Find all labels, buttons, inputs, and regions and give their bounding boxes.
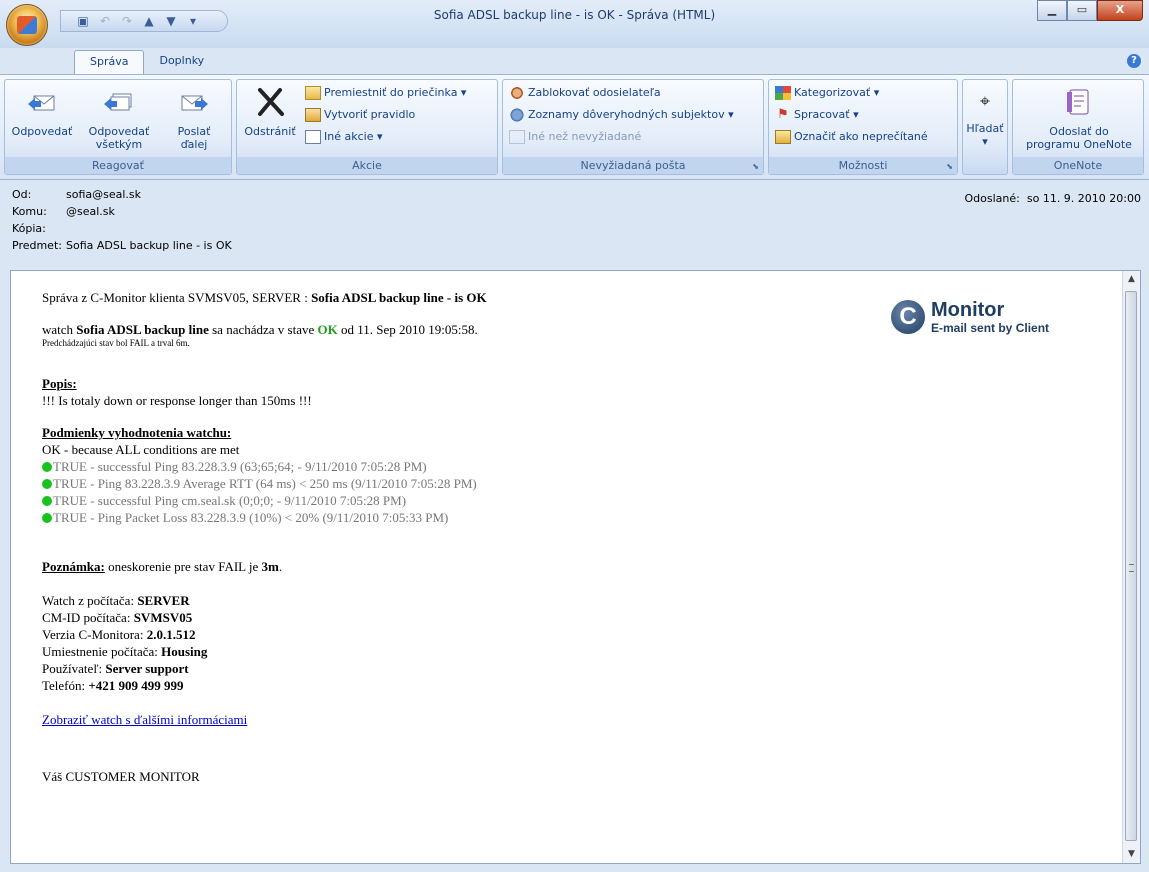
categorize-button[interactable]: Kategorizovať ▾ xyxy=(775,84,879,102)
group-label-akcie: Akcie xyxy=(237,157,497,174)
group-label-nevyziadana: Nevyžiadaná pošta xyxy=(503,157,763,174)
flag-icon: ⚑ xyxy=(777,107,789,122)
help-icon[interactable]: ? xyxy=(1127,54,1141,68)
rule-icon xyxy=(305,108,321,122)
condition-item: TRUE - successful Ping cm.seal.sk (0;0;0… xyxy=(42,492,1102,509)
dialog-launcher-icon[interactable]: ⬊ xyxy=(752,162,759,171)
send-to-onenote-button[interactable]: Odoslať do programu OneNote xyxy=(1017,86,1141,151)
ribbon-tabs: Správa Doplnky xyxy=(74,50,219,74)
tab-doplnky[interactable]: Doplnky xyxy=(144,50,219,74)
onenote-icon xyxy=(1067,89,1089,115)
scroll-thumb[interactable] xyxy=(1125,291,1137,841)
group-label-reagovat: Reagovať xyxy=(5,157,231,174)
green-dot-icon xyxy=(42,462,52,472)
cc-row: Kópia: xyxy=(12,222,46,235)
subject-value: Sofia ADSL backup line - is OK xyxy=(66,239,232,252)
dialog-launcher-icon[interactable]: ⬊ xyxy=(946,162,953,171)
group-onenote: Odoslať do programu OneNote OneNote xyxy=(1012,79,1144,175)
info-row: Verzia C-Monitora: 2.0.1.512 xyxy=(42,627,196,642)
info-row: CM-ID počítača: SVMSV05 xyxy=(42,610,193,625)
computer-info: Watch z počítača: SERVER CM-ID počítača: … xyxy=(42,592,1102,694)
window-title: Sofia ADSL backup line - is OK - Správa … xyxy=(433,8,716,22)
delete-button[interactable]: Odstrániť xyxy=(239,86,301,138)
forward-icon xyxy=(181,95,208,111)
mark-unread-icon xyxy=(775,130,791,144)
message-header: Od: sofia@seal.sk Komu: @seal.sk Kópia: Pr… xyxy=(12,186,1147,270)
group-moznosti: Kategorizovať ▾ ⚑ Spracovať ▾ Označiť ako… xyxy=(768,79,958,175)
to-value[interactable]: @seal.sk xyxy=(66,203,115,220)
reply-button[interactable]: Odpovedať xyxy=(7,86,77,138)
popis-text: !!! Is totaly down or response longer th… xyxy=(42,393,312,408)
green-dot-icon xyxy=(42,496,52,506)
scroll-up-icon[interactable]: ▲ xyxy=(1123,271,1140,288)
create-rule-button[interactable]: Vytvoriť pravidlo xyxy=(305,106,415,124)
move-to-folder-button[interactable]: Premiestniť do priečinka ▾ xyxy=(305,84,466,102)
conditions-list: TRUE - successful Ping 83.228.3.9 (63;65… xyxy=(42,458,1102,526)
other-actions-button[interactable]: Iné akcie ▾ xyxy=(305,128,382,146)
follow-up-button[interactable]: ⚑ Spracovať ▾ xyxy=(775,106,858,124)
binoculars-icon: ⌖ xyxy=(979,91,991,112)
conditions-summary: OK - because ALL conditions are met xyxy=(42,442,240,457)
message-body[interactable]: Správa z C-Monitor klienta SVMSV05, SERV… xyxy=(10,270,1141,864)
message-content: Správa z C-Monitor klienta SVMSV05, SERV… xyxy=(42,289,1102,785)
cmonitor-logo: C Monitor E-mail sent by Client xyxy=(891,295,1101,345)
forward-button[interactable]: Poslať ďalej xyxy=(161,86,227,151)
info-row: Telefón: +421 909 499 999 xyxy=(42,678,184,693)
to-row: Komu: @seal.sk xyxy=(12,203,115,220)
delete-icon xyxy=(258,88,284,116)
other-actions-icon xyxy=(305,130,321,144)
not-junk-button[interactable]: Iné než nevyžiadané xyxy=(509,128,641,146)
condition-item: TRUE - successful Ping 83.228.3.9 (63;65… xyxy=(42,458,1102,475)
condition-item: TRUE - Ping 83.228.3.9 Average RTT (64 m… xyxy=(42,475,1102,492)
cmonitor-logo-icon: C xyxy=(891,300,925,334)
group-find: ⌖ Hľadať ▾ xyxy=(962,79,1008,175)
green-dot-icon xyxy=(42,479,52,489)
ribbon: Odpovedať Odpovedať všetkým Poslať ďalej… xyxy=(0,74,1149,180)
reply-icon xyxy=(28,95,55,111)
condition-item: TRUE - Ping Packet Loss 83.228.3.9 (10%)… xyxy=(42,509,1102,526)
safe-lists-button[interactable]: Zoznamy dôveryhodných subjektov ▾ xyxy=(509,106,734,124)
group-label-onenote: OneNote xyxy=(1013,157,1143,174)
status-ok: OK xyxy=(317,322,338,337)
reply-all-button[interactable]: Odpovedať všetkým xyxy=(79,86,159,151)
scroll-down-icon[interactable]: ▼ xyxy=(1123,846,1140,863)
info-row: Watch z počítača: SERVER xyxy=(42,593,190,608)
title-bar: ▣ ↶ ↷ ▲ ▼ ▾ Sofia ADSL backup line - is … xyxy=(0,0,1149,48)
group-nevyziadana: Zablokovať odosielateľa Zoznamy dôveryho… xyxy=(502,79,764,175)
green-dot-icon xyxy=(42,513,52,523)
maximize-button[interactable]: ▭ xyxy=(1067,0,1097,21)
block-sender-button[interactable]: Zablokovať odosielateľa xyxy=(509,84,661,102)
popis-title: Popis: xyxy=(42,376,77,391)
details-link[interactable]: Zobraziť watch s ďalšími informáciami xyxy=(42,711,1102,728)
reply-all-icon xyxy=(104,93,132,111)
sent-date: Odoslané: so 11. 9. 2010 20:00 xyxy=(964,192,1141,205)
from-value[interactable]: sofia@seal.sk xyxy=(66,186,141,203)
move-folder-icon xyxy=(305,86,321,100)
conditions-title: Podmienky vyhodnotenia watchu: xyxy=(42,425,232,440)
mark-unread-button[interactable]: Označiť ako neprečítané xyxy=(775,128,928,146)
note-line: Poznámka: oneskorenie pre stav FAIL je 3… xyxy=(42,559,283,574)
signature: Váš CUSTOMER MONITOR xyxy=(42,769,200,784)
tab-sprava[interactable]: Správa xyxy=(74,50,145,74)
vertical-scrollbar[interactable]: ▲ ▼ xyxy=(1122,271,1140,863)
block-sender-icon xyxy=(509,86,525,100)
close-button[interactable]: X xyxy=(1097,0,1143,21)
not-junk-icon xyxy=(509,130,525,144)
categorize-icon xyxy=(775,86,791,100)
info-row: Umiestnenie počítača: Housing xyxy=(42,644,208,659)
group-akcie: Odstrániť Premiestniť do priečinka ▾ Vyt… xyxy=(236,79,498,175)
find-button[interactable]: ⌖ Hľadať ▾ xyxy=(965,86,1005,148)
group-label-moznosti: Možnosti xyxy=(769,157,957,174)
subject-row: Predmet: Sofia ADSL backup line - is OK xyxy=(12,239,232,252)
safe-lists-icon xyxy=(509,108,525,122)
group-reagovat: Odpovedať Odpovedať všetkým Poslať ďalej… xyxy=(4,79,232,175)
info-row: Používateľ: Server support xyxy=(42,661,189,676)
minimize-button[interactable]: ▁ xyxy=(1037,0,1067,21)
